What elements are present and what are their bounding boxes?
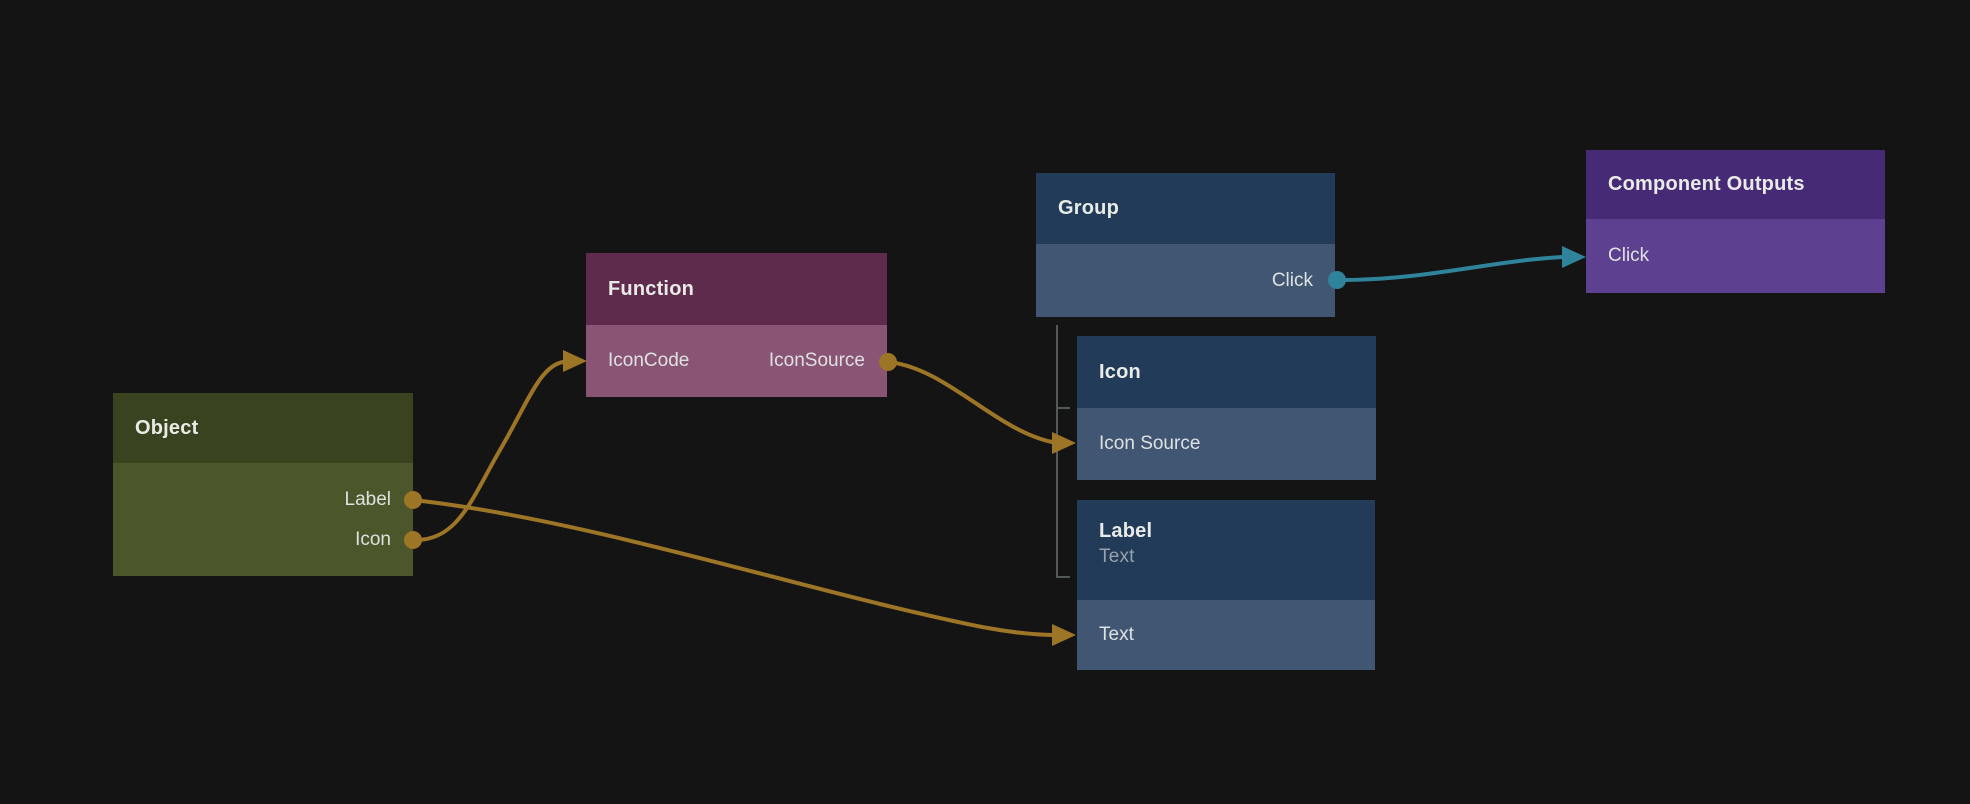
port-label-text-input[interactable]: Text [1099,624,1134,646]
port-dot-group-click[interactable] [1328,271,1346,289]
wire-object-icon-to-function-iconcode[interactable] [413,362,563,540]
node-group-header[interactable]: Group [1036,173,1335,244]
node-label-body: Text [1077,600,1375,670]
node-canvas[interactable]: Object Label Icon Function IconCode Icon… [0,0,1970,804]
wire-object-label-to-label-text[interactable] [413,500,1052,635]
node-label-title: Label [1099,520,1152,543]
node-icon-body: Icon Source [1077,408,1376,480]
node-icon-header[interactable]: Icon [1077,336,1376,408]
port-dot-object-label[interactable] [404,491,422,509]
port-object-icon-output[interactable]: Icon [113,520,413,560]
port-outputs-click-input[interactable]: Click [1608,245,1649,267]
group-children-hierarchy-line [1057,325,1070,577]
wire-group-click-to-outputs-click[interactable] [1337,257,1562,280]
node-group[interactable]: Group Click [1036,173,1335,317]
node-component-outputs-title: Component Outputs [1608,173,1805,196]
port-icon-iconsource-input[interactable]: Icon Source [1099,433,1200,455]
node-object-header[interactable]: Object [113,393,413,463]
node-object-title: Object [135,417,198,440]
arrowhead-function-iconcode [563,350,587,372]
node-object-body: Label Icon [113,463,413,576]
node-object[interactable]: Object Label Icon [113,393,413,576]
port-object-label-output[interactable]: Label [113,480,413,520]
arrowhead-label-text [1052,624,1076,646]
node-component-outputs[interactable]: Component Outputs Click [1586,150,1885,293]
port-function-iconcode-input[interactable]: IconCode [608,350,689,372]
node-function-body: IconCode IconSource [586,325,887,397]
arrowhead-icon-iconsource [1052,432,1076,454]
port-group-click-output[interactable]: Click [1272,270,1313,292]
port-label: Icon [355,529,391,551]
node-function-title: Function [608,278,694,301]
wire-function-iconsource-to-icon-iconsource[interactable] [888,362,1052,442]
node-function-header[interactable]: Function [586,253,887,325]
node-component-outputs-body: Click [1586,219,1885,293]
port-function-iconsource-output[interactable]: IconSource [769,350,865,372]
port-label: Label [345,489,392,511]
node-component-outputs-header[interactable]: Component Outputs [1586,150,1885,219]
node-icon[interactable]: Icon Icon Source [1077,336,1376,480]
node-group-body: Click [1036,244,1335,317]
arrowhead-outputs-click [1562,246,1586,268]
port-dot-function-iconsource[interactable] [879,353,897,371]
node-label-subtitle: Text [1099,546,1135,568]
port-dot-object-icon[interactable] [404,531,422,549]
node-label[interactable]: Label Text Text [1077,500,1375,670]
node-icon-title: Icon [1099,361,1141,384]
node-function[interactable]: Function IconCode IconSource [586,253,887,397]
node-label-header[interactable]: Label Text [1077,500,1375,600]
node-group-title: Group [1058,197,1119,220]
